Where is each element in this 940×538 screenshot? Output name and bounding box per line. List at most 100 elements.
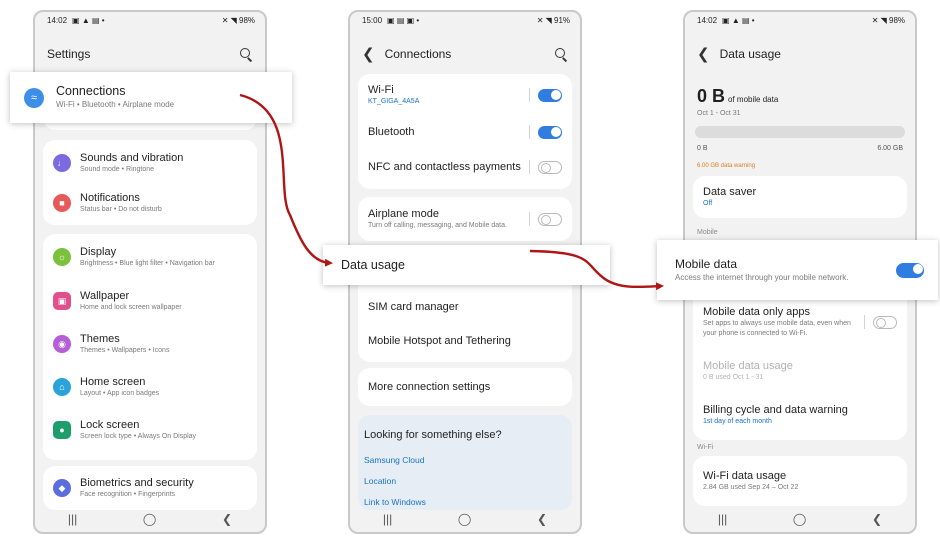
- status-notification-icons: ▣ ▲ ▤ •: [72, 16, 105, 25]
- divider: [529, 160, 530, 174]
- usage-bar-max: 6.00 GB: [877, 145, 903, 152]
- billing-title: Billing cycle and data warning: [703, 403, 848, 416]
- home-button[interactable]: ◯: [458, 512, 471, 526]
- only-apps-subtitle: Set apps to always use mobile data, even…: [703, 319, 851, 337]
- bell-icon: ■: [53, 194, 71, 212]
- recents-button[interactable]: |||: [68, 512, 77, 526]
- wifi-title: Wi-Fi: [368, 83, 394, 96]
- back-arrow-icon[interactable]: ❮: [697, 45, 710, 63]
- item-title: Themes: [80, 332, 120, 345]
- status-bar: 14:02 ▣ ▲ ▤ • ✕ ◥ 98%: [685, 12, 915, 30]
- settings-item-sounds[interactable]: ♩ Sounds and vibration Sound mode • Ringt…: [43, 146, 257, 180]
- bluetooth-toggle[interactable]: [538, 125, 562, 139]
- data-usage-item[interactable]: Data usage: [323, 245, 610, 285]
- settings-item-home-screen[interactable]: ⌂ Home screen Layout • App icon badges: [43, 370, 257, 404]
- airplane-row[interactable]: Airplane mode Turn off calling, messaging…: [358, 202, 572, 236]
- data-warning-label: 6.00 GB data warning: [697, 163, 756, 169]
- wifi-row[interactable]: Wi-Fi KT_GIGA_4A5A: [358, 78, 572, 112]
- data-usage-title: Data usage: [341, 258, 405, 272]
- settings-item-biometrics[interactable]: ◆ Biometrics and security Face recognitio…: [43, 471, 257, 505]
- section-mobile-label: Mobile: [697, 229, 718, 236]
- item-subtitle: Layout • App icon badges: [80, 389, 160, 397]
- divider: [864, 315, 865, 329]
- item-title: Display: [80, 245, 117, 258]
- sun-icon: ☼: [53, 248, 71, 266]
- divider: [529, 212, 530, 226]
- mobile-data-only-apps-row[interactable]: Mobile data only apps Set apps to always …: [693, 302, 907, 342]
- mobile-data-subtitle: Access the internet through your mobile …: [675, 273, 849, 282]
- mobile-data-only-apps-toggle[interactable]: [873, 315, 897, 329]
- item-subtitle: Home and lock screen wallpaper: [80, 303, 182, 311]
- link-location[interactable]: Location: [364, 476, 396, 486]
- settings-item-themes[interactable]: ◉ Themes Themes • Wallpapers • Icons: [43, 327, 257, 361]
- nav-bar: ||| ◯ ❮: [685, 506, 915, 532]
- looking-title: Looking for something else?: [364, 429, 502, 441]
- settings-item-lock-screen[interactable]: ● Lock screen Screen lock type • Always O…: [43, 413, 257, 447]
- airplane-subtitle: Turn off calling, messaging, and Mobile …: [368, 221, 507, 229]
- status-right: ✕ ◥ 98%: [871, 16, 905, 25]
- page-title: Data usage: [719, 47, 781, 61]
- usage-amount: 0 B: [697, 86, 726, 106]
- home-button[interactable]: ◯: [793, 512, 806, 526]
- search-icon[interactable]: [239, 47, 253, 61]
- back-button[interactable]: ❮: [537, 512, 547, 526]
- wifi-data-usage-row[interactable]: Wi-Fi data usage 2.84 GB used Sep 24 – Oc…: [693, 464, 907, 498]
- usage-bar-min: 0 B: [697, 145, 708, 152]
- item-subtitle: Themes • Wallpapers • Icons: [80, 346, 170, 354]
- item-subtitle: Brightness • Blue light filter • Navigat…: [80, 259, 215, 267]
- airplane-toggle[interactable]: [538, 212, 562, 226]
- back-button[interactable]: ❮: [222, 512, 232, 526]
- sim-manager-row[interactable]: SIM card manager: [358, 290, 572, 324]
- home-button[interactable]: ◯: [143, 512, 156, 526]
- item-subtitle: Screen lock type • Always On Display: [80, 432, 197, 440]
- wifi-usage-subtitle: 2.84 GB used Sep 24 – Oct 22: [703, 483, 799, 491]
- back-button[interactable]: ❮: [872, 512, 882, 526]
- item-title: Sounds and vibration: [80, 151, 184, 164]
- bluetooth-row[interactable]: Bluetooth: [358, 115, 572, 149]
- recents-button[interactable]: |||: [383, 512, 392, 526]
- hotspot-row[interactable]: Mobile Hotspot and Tethering: [358, 324, 572, 358]
- page-title: Connections: [384, 47, 452, 61]
- mobile-data-toggle[interactable]: [896, 262, 924, 278]
- wifi-usage-title: Wi-Fi data usage: [703, 469, 787, 482]
- nfc-toggle[interactable]: [538, 160, 562, 174]
- mobile-usage-title: Mobile data usage: [703, 359, 793, 372]
- recents-button[interactable]: |||: [718, 512, 727, 526]
- nfc-row[interactable]: NFC and contactless payments: [358, 150, 572, 184]
- billing-subtitle: 1st day of each month: [703, 417, 772, 425]
- divider: [529, 88, 530, 102]
- status-time: 14:02: [697, 16, 718, 25]
- data-saver-title: Data saver: [703, 185, 757, 198]
- link-samsung-cloud[interactable]: Samsung Cloud: [364, 455, 424, 465]
- item-title: Wallpaper: [80, 289, 130, 302]
- airplane-title: Airplane mode: [368, 207, 439, 220]
- settings-group-2: ☼ Display Brightness • Blue light filter …: [43, 234, 257, 460]
- search-icon[interactable]: [554, 47, 568, 61]
- status-notification-icons: ▣ ▤ ▣ •: [387, 16, 420, 25]
- wifi-icon: ≈: [24, 87, 44, 108]
- wifi-toggle[interactable]: [538, 88, 562, 102]
- connections-item[interactable]: ≈ Connections Wi-Fi • Bluetooth • Airpla…: [10, 72, 292, 123]
- settings-item-wallpaper[interactable]: ▣ Wallpaper Home and lock screen wallpape…: [43, 284, 257, 318]
- item-title: Home screen: [80, 375, 146, 388]
- status-notification-icons: ▣ ▲ ▤ •: [722, 16, 755, 25]
- usage-summary: 0 B of mobile data: [697, 86, 778, 107]
- back-arrow-icon[interactable]: ❮: [362, 45, 375, 63]
- data-saver-row[interactable]: Data saver Off: [693, 180, 907, 214]
- home-icon: ⌂: [53, 378, 71, 396]
- item-title: Lock screen: [80, 418, 140, 431]
- mobile-data-title: Mobile data: [675, 257, 738, 271]
- more-connection-settings-row[interactable]: More connection settings: [358, 370, 572, 404]
- settings-item-display[interactable]: ☼ Display Brightness • Blue light filter …: [43, 240, 257, 274]
- data-saver-status: Off: [703, 199, 713, 207]
- settings-item-notifications[interactable]: ■ Notifications Status bar • Do not distu…: [43, 186, 257, 220]
- nav-bar: ||| ◯ ❮: [35, 506, 265, 532]
- billing-cycle-row[interactable]: Billing cycle and data warning 1st day of…: [693, 398, 907, 432]
- nav-bar: ||| ◯ ❮: [350, 506, 580, 532]
- looking-for-card: Looking for something else? Samsung Clou…: [358, 415, 572, 510]
- mobile-data-usage-row: Mobile data usage 0 B used Oct 1 - 31: [693, 354, 907, 388]
- connections-subtitle: Wi-Fi • Bluetooth • Airplane mode: [56, 100, 175, 109]
- wifi-network-name: KT_GIGA_4A5A: [368, 97, 420, 105]
- mobile-data-item[interactable]: Mobile data Access the internet through …: [657, 240, 938, 300]
- section-wifi-label: Wi-Fi: [697, 444, 714, 451]
